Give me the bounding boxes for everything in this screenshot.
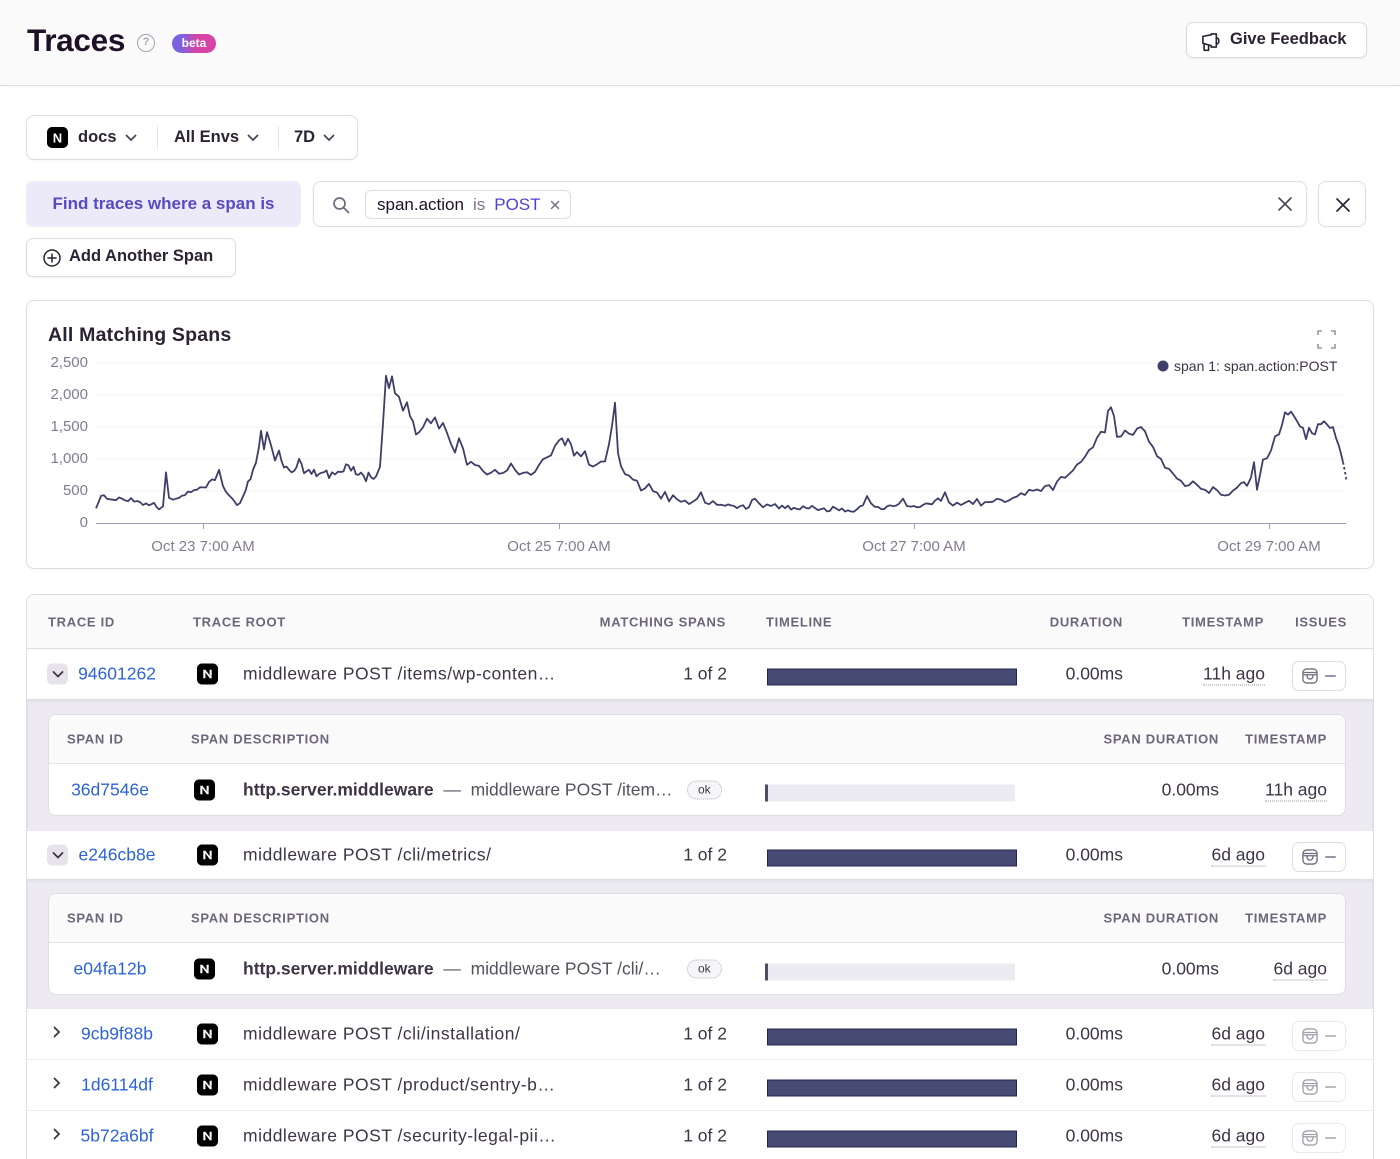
svg-text:Oct 23 7:00 AM: Oct 23 7:00 AM (151, 538, 254, 555)
svg-text:1,500: 1,500 (50, 418, 88, 435)
svg-text:N: N (53, 131, 62, 146)
svg-text:1,000: 1,000 (50, 450, 88, 467)
svg-text:0: 0 (80, 514, 88, 531)
svg-text:Oct 25 7:00 AM: Oct 25 7:00 AM (507, 538, 610, 555)
svg-text:Oct 29 7:00 AM: Oct 29 7:00 AM (1217, 538, 1320, 555)
svg-text:2,000: 2,000 (50, 386, 88, 403)
svg-text:span 1: span.action:POST: span 1: span.action:POST (1174, 358, 1338, 374)
svg-text:2,500: 2,500 (50, 354, 88, 371)
svg-text:500: 500 (63, 482, 88, 499)
svg-text:All Matching Spans: All Matching Spans (48, 324, 231, 346)
svg-text:Oct 27 7:00 AM: Oct 27 7:00 AM (862, 538, 965, 555)
